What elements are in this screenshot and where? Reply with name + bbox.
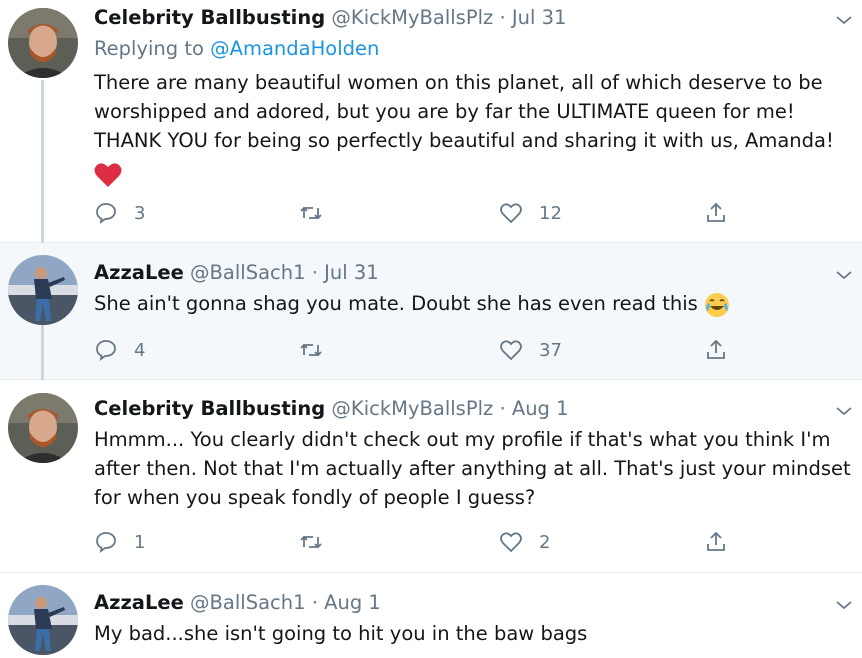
author-name[interactable]: Celebrity Ballbusting bbox=[94, 6, 325, 29]
author-name[interactable]: AzzaLee bbox=[94, 261, 184, 284]
reply-button[interactable]: 4 bbox=[94, 335, 145, 365]
heart-icon bbox=[500, 203, 522, 224]
tweet-header: Celebrity Ballbusting @KickMyBallsPlz · … bbox=[94, 395, 569, 423]
thread-line bbox=[41, 80, 44, 243]
tweet-text-line: THANK YOU for being so perfectly beautif… bbox=[94, 129, 834, 152]
share-icon bbox=[707, 339, 725, 359]
separator: · bbox=[499, 6, 506, 29]
like-button[interactable]: 37 bbox=[499, 335, 562, 365]
heart-icon bbox=[500, 532, 522, 553]
chevron-down-icon[interactable] bbox=[834, 10, 854, 30]
chevron-down-icon[interactable] bbox=[834, 401, 854, 421]
avatar[interactable] bbox=[8, 8, 78, 78]
avatar-image bbox=[8, 8, 78, 78]
reply-button[interactable]: 3 bbox=[94, 198, 145, 228]
share-button[interactable] bbox=[704, 527, 728, 557]
tweet[interactable]: AzzaLee @BallSach1 · Aug 1 My bad...she … bbox=[0, 573, 862, 658]
retweet-button[interactable] bbox=[299, 527, 323, 557]
retweet-icon bbox=[300, 343, 322, 357]
author-handle[interactable]: @KickMyBallsPlz bbox=[331, 397, 493, 420]
replying-to: Replying to @AmandaHolden bbox=[94, 35, 379, 63]
replying-to-link[interactable]: @AmandaHolden bbox=[210, 37, 379, 60]
tweet-actions: 3 12 bbox=[94, 198, 744, 228]
author-name[interactable]: Celebrity Ballbusting bbox=[94, 397, 325, 420]
author-handle[interactable]: @BallSach1 bbox=[190, 261, 305, 284]
reply-icon bbox=[96, 532, 116, 554]
like-count: 2 bbox=[539, 531, 551, 553]
chevron-down-icon[interactable] bbox=[834, 265, 854, 285]
like-count: 37 bbox=[539, 339, 562, 361]
avatar-image bbox=[8, 585, 78, 655]
tweet-actions: 1 2 bbox=[94, 527, 744, 557]
tweet[interactable]: Celebrity Ballbusting @KickMyBallsPlz · … bbox=[0, 0, 862, 243]
heart-icon bbox=[500, 340, 522, 361]
tweet-header: AzzaLee @BallSach1 · Aug 1 bbox=[94, 589, 381, 617]
tweet-header: AzzaLee @BallSach1 · Jul 31 bbox=[94, 259, 379, 287]
author-handle[interactable]: @KickMyBallsPlz bbox=[331, 6, 493, 29]
tweet-text-line: Hmmm... You clearly didn't check out my … bbox=[94, 428, 831, 451]
chevron-down-icon[interactable] bbox=[834, 595, 854, 615]
thread-line bbox=[41, 321, 44, 380]
reply-icon bbox=[96, 340, 116, 362]
tweet-actions: 4 37 bbox=[94, 335, 744, 365]
retweet-icon bbox=[300, 206, 322, 220]
face-with-tears-of-joy-emoji bbox=[705, 292, 729, 317]
tweet-date[interactable]: Aug 1 bbox=[512, 397, 569, 420]
separator: · bbox=[499, 397, 506, 420]
avatar-image bbox=[8, 255, 78, 325]
reply-button[interactable]: 1 bbox=[94, 527, 145, 557]
avatar[interactable] bbox=[8, 585, 78, 655]
reply-icon bbox=[96, 203, 116, 225]
avatar[interactable] bbox=[8, 255, 78, 325]
reply-count: 1 bbox=[134, 531, 146, 553]
retweet-button[interactable] bbox=[299, 198, 323, 228]
tweet-text-line: My bad...she isn't going to hit you in t… bbox=[94, 622, 588, 645]
author-handle[interactable]: @BallSach1 bbox=[190, 591, 305, 614]
separator: · bbox=[311, 591, 318, 614]
reply-count: 3 bbox=[134, 202, 146, 224]
tweet-text-line: worshipped and adored, but you are by fa… bbox=[94, 100, 795, 123]
retweet-button[interactable] bbox=[299, 335, 323, 365]
share-icon bbox=[707, 202, 725, 222]
tweet-text: Hmmm... You clearly didn't check out my … bbox=[94, 425, 851, 512]
like-button[interactable]: 2 bbox=[499, 527, 550, 557]
author-name[interactable]: AzzaLee bbox=[94, 591, 184, 614]
tweet-text-line: for when you speak fondly of people I gu… bbox=[94, 486, 536, 509]
tweet[interactable]: Celebrity Ballbusting @KickMyBallsPlz · … bbox=[0, 380, 862, 573]
like-button[interactable]: 12 bbox=[499, 198, 562, 228]
tweet-text-line: There are many beautiful women on this p… bbox=[94, 71, 823, 94]
tweet-text: She ain't gonna shag you mate. Doubt she… bbox=[94, 289, 730, 318]
tweet-text-line: after then. Not that I'm actually after … bbox=[94, 457, 851, 480]
tweet-date[interactable]: Jul 31 bbox=[324, 261, 379, 284]
reply-count: 4 bbox=[134, 339, 146, 361]
tweet-date[interactable]: Aug 1 bbox=[324, 591, 381, 614]
share-button[interactable] bbox=[704, 198, 728, 228]
tweet-date[interactable]: Jul 31 bbox=[512, 6, 567, 29]
replying-prefix: Replying to bbox=[94, 37, 204, 60]
tweet-text-line: She ain't gonna shag you mate. Doubt she… bbox=[94, 292, 698, 315]
separator: · bbox=[311, 261, 318, 284]
tweet-header: Celebrity Ballbusting @KickMyBallsPlz · … bbox=[94, 4, 566, 32]
like-count: 12 bbox=[539, 202, 562, 224]
avatar[interactable] bbox=[8, 393, 78, 463]
share-button[interactable] bbox=[704, 335, 728, 365]
red-heart-emoji bbox=[94, 162, 122, 187]
avatar-image bbox=[8, 393, 78, 463]
share-icon bbox=[707, 531, 725, 551]
tweet-text: My bad...she isn't going to hit you in t… bbox=[94, 619, 587, 648]
retweet-icon bbox=[300, 535, 322, 549]
tweet[interactable]: AzzaLee @BallSach1 · Jul 31 She ain't go… bbox=[0, 243, 862, 380]
tweet-text: There are many beautiful women on this p… bbox=[94, 68, 834, 191]
